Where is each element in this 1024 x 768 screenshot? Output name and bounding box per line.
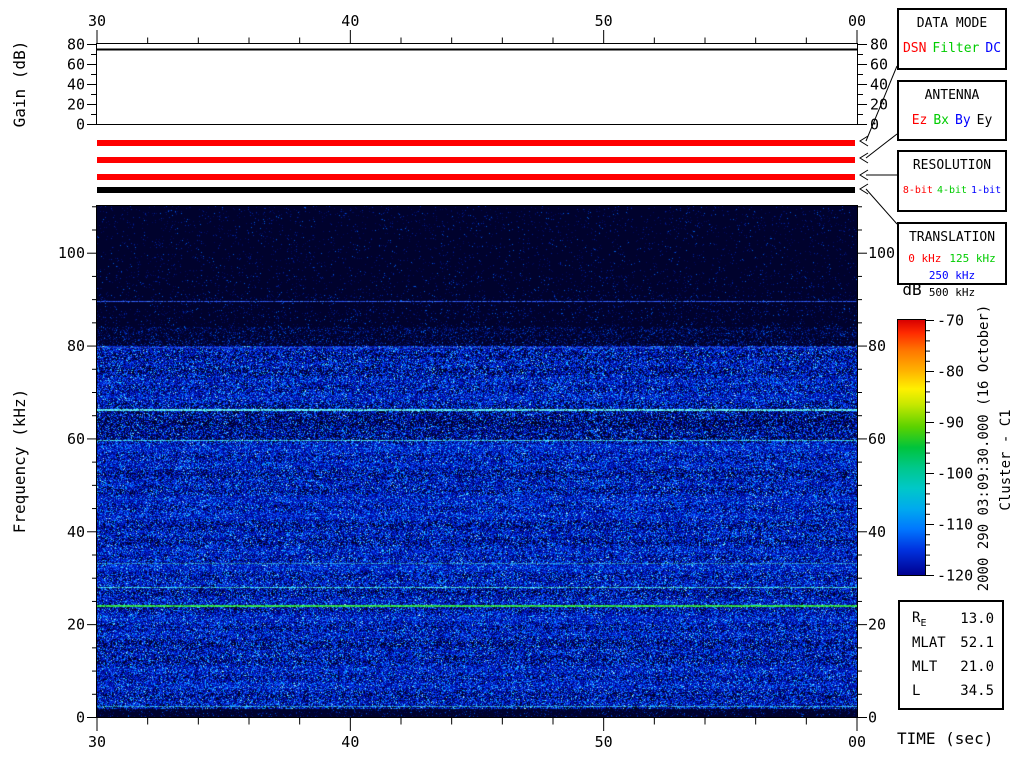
tick-label: 60 bbox=[870, 56, 888, 74]
tick-label: 0 bbox=[870, 116, 879, 134]
antenna-panel: ANTENNA Ez Bx By Ey bbox=[897, 80, 1007, 141]
ephemeris-value: 34.5 bbox=[960, 683, 994, 699]
ephemeris-value: 21.0 bbox=[960, 659, 994, 675]
status-bar-antenna bbox=[97, 157, 855, 163]
tick-label: 50 bbox=[595, 733, 613, 751]
option-250-khz: 250 kHz bbox=[928, 269, 976, 282]
tick-label: 80 bbox=[870, 36, 888, 54]
status-bar-resolution bbox=[97, 174, 855, 180]
option-dsn: DSN bbox=[902, 41, 927, 56]
ephemeris-value: 13.0 bbox=[960, 611, 994, 627]
tick-label: 40 bbox=[868, 523, 886, 541]
gain-axis-label: Gain (dB) bbox=[10, 40, 29, 128]
resolution-panel: RESOLUTION 8-bit 4-bit 1-bit bbox=[897, 150, 1007, 212]
tick-label: 20 bbox=[67, 616, 85, 634]
tick-label: 00 bbox=[848, 733, 866, 751]
tick-label: -80 bbox=[937, 363, 964, 381]
tick-label: 80 bbox=[67, 36, 85, 54]
tick-label: -100 bbox=[937, 465, 973, 483]
tick-label: -110 bbox=[937, 516, 973, 534]
tick-label: 40 bbox=[341, 733, 359, 751]
option-dc: DC bbox=[985, 41, 1002, 56]
tick-label: 40 bbox=[67, 523, 85, 541]
translation-panel: TRANSLATION 0 kHz 125 kHz 250 kHz 500 kHz bbox=[897, 222, 1007, 299]
datetime-label: 2000 290 03:09:30.000 (16 October) bbox=[976, 304, 992, 592]
tick-label: -90 bbox=[937, 414, 964, 432]
tick-label: 40 bbox=[341, 12, 359, 30]
colorbar-gradient bbox=[898, 320, 925, 575]
ephemeris-value: 52.1 bbox=[960, 635, 994, 651]
ephemeris-label: RE bbox=[912, 609, 927, 629]
tick-label: 20 bbox=[868, 616, 886, 634]
option-1-bit: 1-bit bbox=[971, 185, 1002, 196]
ephemeris-row-mlat: MLAT 52.1 bbox=[912, 631, 994, 655]
resolution-title: RESOLUTION bbox=[912, 158, 992, 173]
translation-title: TRANSLATION bbox=[908, 230, 996, 245]
option-filter: Filter bbox=[932, 41, 980, 56]
tick-label: 60 bbox=[67, 430, 85, 448]
ephemeris-label: MLT bbox=[912, 659, 938, 675]
tick-label: 0 bbox=[76, 116, 85, 134]
tick-label: 60 bbox=[868, 430, 886, 448]
option-0-khz: 0 kHz bbox=[908, 252, 942, 265]
tick-label: 80 bbox=[67, 337, 85, 355]
tick-label: 50 bbox=[595, 12, 613, 30]
status-bar-translation bbox=[97, 187, 855, 193]
option-8-bit: 8-bit bbox=[902, 185, 933, 196]
tick-label: 0 bbox=[868, 709, 877, 727]
option-ez: Ez bbox=[911, 113, 928, 128]
ephemeris-row-mlt: MLT 21.0 bbox=[912, 655, 994, 679]
tick-label: 30 bbox=[88, 12, 106, 30]
data-mode-panel: DATA MODE DSN Filter DC bbox=[897, 8, 1007, 70]
ephemeris-label: L bbox=[912, 683, 921, 699]
time-axis-label: TIME (sec) bbox=[897, 729, 994, 748]
ephemeris-panel: RE 13.0 MLAT 52.1 MLT 21.0 L 34.5 bbox=[898, 600, 1004, 710]
antenna-options: Ez Bx By Ey bbox=[899, 113, 1005, 128]
ephemeris-row-l: L 34.5 bbox=[912, 679, 994, 703]
antenna-title: ANTENNA bbox=[924, 88, 980, 103]
option-bx: Bx bbox=[933, 113, 949, 128]
tick-label: 20 bbox=[67, 96, 85, 114]
option-125-khz: 125 kHz bbox=[949, 252, 996, 265]
tick-label: 20 bbox=[870, 96, 888, 114]
tick-label: 0 bbox=[76, 709, 85, 727]
wbd-spectrogram-window: 30 30 40 40 50 50 00 00 0 0 20 20 40 40 60 60 80 80 0 0 20 20… bbox=[0, 0, 1024, 768]
tick-label: 00 bbox=[848, 12, 866, 30]
option-ey: Ey bbox=[976, 113, 993, 128]
translation-options: 0 kHz 125 kHz 250 kHz 500 kHz bbox=[899, 251, 1005, 300]
tick-label: 40 bbox=[870, 76, 888, 94]
tick-label: -70 bbox=[937, 312, 964, 330]
tick-label: 100 bbox=[58, 244, 85, 262]
status-bar-data-mode bbox=[97, 140, 855, 146]
option-4-bit: 4-bit bbox=[936, 185, 968, 196]
spacecraft-label: Cluster - C1 bbox=[998, 409, 1014, 511]
tick-label: 60 bbox=[67, 56, 85, 74]
tick-label: 100 bbox=[868, 244, 895, 262]
data-mode-title: DATA MODE bbox=[916, 16, 988, 31]
option-500-khz: 500 kHz bbox=[928, 286, 976, 299]
ephemeris-label: MLAT bbox=[912, 635, 946, 651]
tick-label: 40 bbox=[67, 76, 85, 94]
tick-label: 80 bbox=[868, 337, 886, 355]
ephemeris-row-r: RE 13.0 bbox=[912, 607, 994, 631]
data-mode-options: DSN Filter DC bbox=[899, 41, 1005, 56]
option-by: By bbox=[955, 113, 971, 128]
frequency-axis-label: Frequency (kHz) bbox=[10, 388, 29, 534]
tick-label: -120 bbox=[937, 567, 973, 585]
spectrogram-canvas bbox=[97, 206, 857, 717]
tick-label: 30 bbox=[88, 733, 106, 751]
resolution-options: 8-bit 4-bit 1-bit bbox=[899, 185, 1005, 196]
